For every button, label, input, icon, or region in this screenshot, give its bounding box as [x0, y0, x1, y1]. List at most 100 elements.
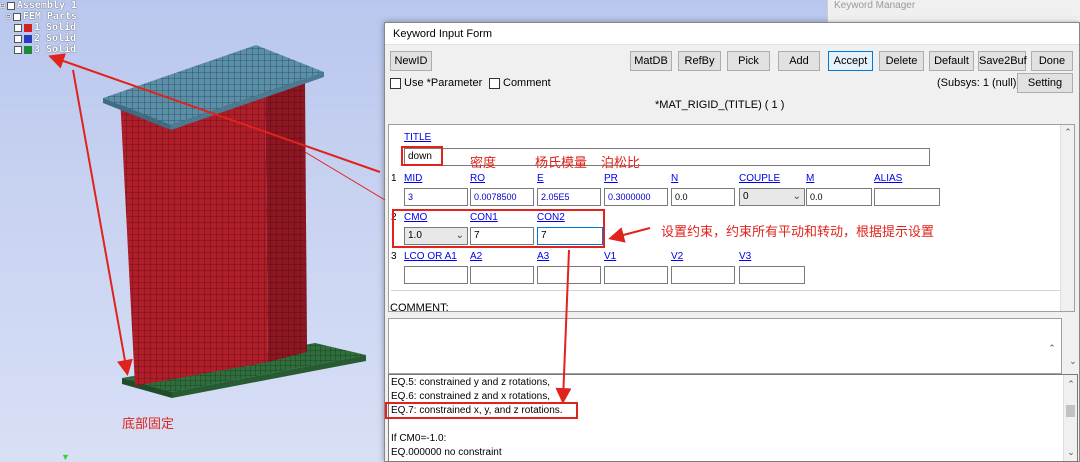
a3-label[interactable]: A3 [537, 251, 549, 262]
checkbox-icon[interactable] [14, 23, 22, 32]
help-line: EQ.6: constrained z and x rotations, [391, 391, 550, 402]
fem-model [103, 45, 366, 398]
chevron-up-icon[interactable]: ⌃ [1064, 377, 1077, 391]
help-line: EQ.7: constrained x, y, and z rotations. [391, 405, 563, 416]
v1-input[interactable] [604, 266, 668, 284]
add-button[interactable]: Add [778, 51, 820, 71]
cmo-select-value: 1.0 [408, 230, 422, 241]
setting-button[interactable]: Setting [1017, 73, 1073, 93]
e-input[interactable]: 2.05E5 [537, 188, 601, 206]
a3-input[interactable] [537, 266, 601, 284]
tree-root[interactable]: ⊟ Assembly 1 [0, 0, 77, 11]
card-row-number: 2 [391, 212, 397, 223]
a2-input[interactable] [470, 266, 534, 284]
keyword-card-panel: TITLE down 1 MID RO E PR N COUPLE M ALIA… [388, 124, 1075, 312]
lco-input[interactable] [404, 266, 468, 284]
v3-input[interactable] [739, 266, 805, 284]
accept-button[interactable]: Accept [828, 51, 873, 71]
chevron-down-icon: ⌄ [792, 191, 801, 202]
pr-label[interactable]: PR [604, 173, 618, 184]
a2-label[interactable]: A2 [470, 251, 482, 262]
checkbox-icon[interactable] [14, 34, 22, 43]
tree-item[interactable]: 3 Solid [14, 44, 76, 55]
v2-input[interactable] [671, 266, 735, 284]
m-input[interactable]: 0.0 [806, 188, 872, 206]
bottom-fixed-annotation: 底部固定 [122, 416, 175, 431]
color-swatch-icon [24, 45, 32, 54]
newid-button[interactable]: NewID [390, 51, 432, 71]
tree-item[interactable]: 2 Solid [14, 33, 76, 44]
lco-label[interactable]: LCO OR A1 [404, 251, 457, 262]
dialog-title: Keyword Input Form [385, 23, 1079, 45]
checkbox-icon [489, 77, 500, 89]
chevron-down-icon[interactable]: ⌄ [1066, 356, 1080, 367]
n-label[interactable]: N [671, 173, 678, 184]
mid-input[interactable]: 3 [404, 188, 468, 206]
n-input[interactable]: 0.0 [671, 188, 735, 206]
cmo-select[interactable]: 1.0 ⌄ [404, 227, 468, 245]
chevron-up-icon[interactable]: ⌃ [1045, 343, 1059, 354]
expand-icon[interactable]: ⊟ [6, 11, 11, 22]
card-scrollbar[interactable]: ⌃ [1060, 125, 1074, 311]
checkbox-icon[interactable] [14, 45, 22, 54]
title-label[interactable]: TITLE [404, 132, 431, 143]
use-parameter-checkbox[interactable]: Use *Parameter [390, 77, 482, 89]
couple-select[interactable]: 0 ⌄ [739, 188, 805, 206]
block-right-face [265, 64, 307, 362]
delete-button[interactable]: Delete [879, 51, 924, 71]
tree-item-label: 3 Solid [34, 44, 77, 55]
comment-check-label: Comment [503, 77, 551, 89]
comment-label: COMMENT: [390, 302, 449, 314]
v2-label[interactable]: V2 [671, 251, 683, 262]
save2buf-button[interactable]: Save2Buf [978, 51, 1027, 71]
con2-input[interactable]: 7 [537, 227, 603, 245]
matdb-button[interactable]: MatDB [630, 51, 672, 71]
con1-label[interactable]: CON1 [470, 212, 498, 223]
checkbox-icon [390, 77, 401, 89]
chevron-down-icon: ⌄ [455, 230, 464, 241]
scroll-thumb[interactable] [1066, 405, 1075, 417]
con2-label[interactable]: CON2 [537, 212, 565, 223]
tree-group-label: FEM Parts [22, 11, 78, 22]
help-line: If CM0=-1.0: [391, 433, 447, 444]
default-button[interactable]: Default [929, 51, 974, 71]
help-line: EQ.000000 no constraint [391, 447, 502, 458]
v1-label[interactable]: V1 [604, 251, 616, 262]
subsys-label: (Subsys: 1 (null)) [937, 77, 1021, 89]
checkbox-icon[interactable] [12, 12, 21, 21]
alias-input[interactable] [874, 188, 940, 206]
couple-label[interactable]: COUPLE [739, 173, 780, 184]
con1-input[interactable]: 7 [470, 227, 534, 245]
color-swatch-icon [24, 34, 32, 43]
chevron-down-icon[interactable]: ⌄ [1064, 445, 1077, 459]
alias-label[interactable]: ALIAS [874, 173, 902, 184]
comment-textarea[interactable]: ⌃ [388, 318, 1062, 374]
checkbox-icon[interactable] [6, 1, 15, 10]
keyword-heading: *MAT_RIGID_(TITLE) ( 1 ) [655, 99, 785, 111]
help-scrollbar[interactable]: ⌃ ⌄ [1063, 375, 1077, 461]
expand-icon[interactable]: ⊟ [0, 0, 5, 11]
m-label[interactable]: M [806, 173, 814, 184]
pick-button[interactable]: Pick [727, 51, 770, 71]
tree-group[interactable]: ⊟ FEM Parts [6, 11, 77, 22]
mid-label[interactable]: MID [404, 173, 422, 184]
ro-input[interactable]: 0.0078500 [470, 188, 534, 206]
card-row-number: 3 [391, 251, 397, 262]
axis-triad-icon: ▼ [61, 452, 70, 462]
chevron-up-icon[interactable]: ⌃ [1061, 127, 1075, 138]
model-viewport[interactable]: ⊟ Assembly 1 ⊟ FEM Parts 1 Solid 2 Solid… [0, 0, 385, 462]
done-button[interactable]: Done [1031, 51, 1073, 71]
tree-item[interactable]: 1 Solid [14, 22, 76, 33]
title-input[interactable]: down [404, 148, 930, 166]
e-label[interactable]: E [537, 173, 544, 184]
pr-input[interactable]: 0.3000000 [604, 188, 668, 206]
separator [391, 290, 1061, 291]
v3-label[interactable]: V3 [739, 251, 751, 262]
comment-checkbox[interactable]: Comment [489, 77, 551, 89]
ro-label[interactable]: RO [470, 173, 485, 184]
refby-button[interactable]: RefBy [678, 51, 721, 71]
help-text-panel: EQ.5: constrained y and z rotations, EQ.… [388, 374, 1078, 462]
cmo-label[interactable]: CMO [404, 212, 427, 223]
tree-root-label: Assembly 1 [16, 0, 78, 11]
keyword-manager-title: Keyword Manager [834, 0, 916, 11]
